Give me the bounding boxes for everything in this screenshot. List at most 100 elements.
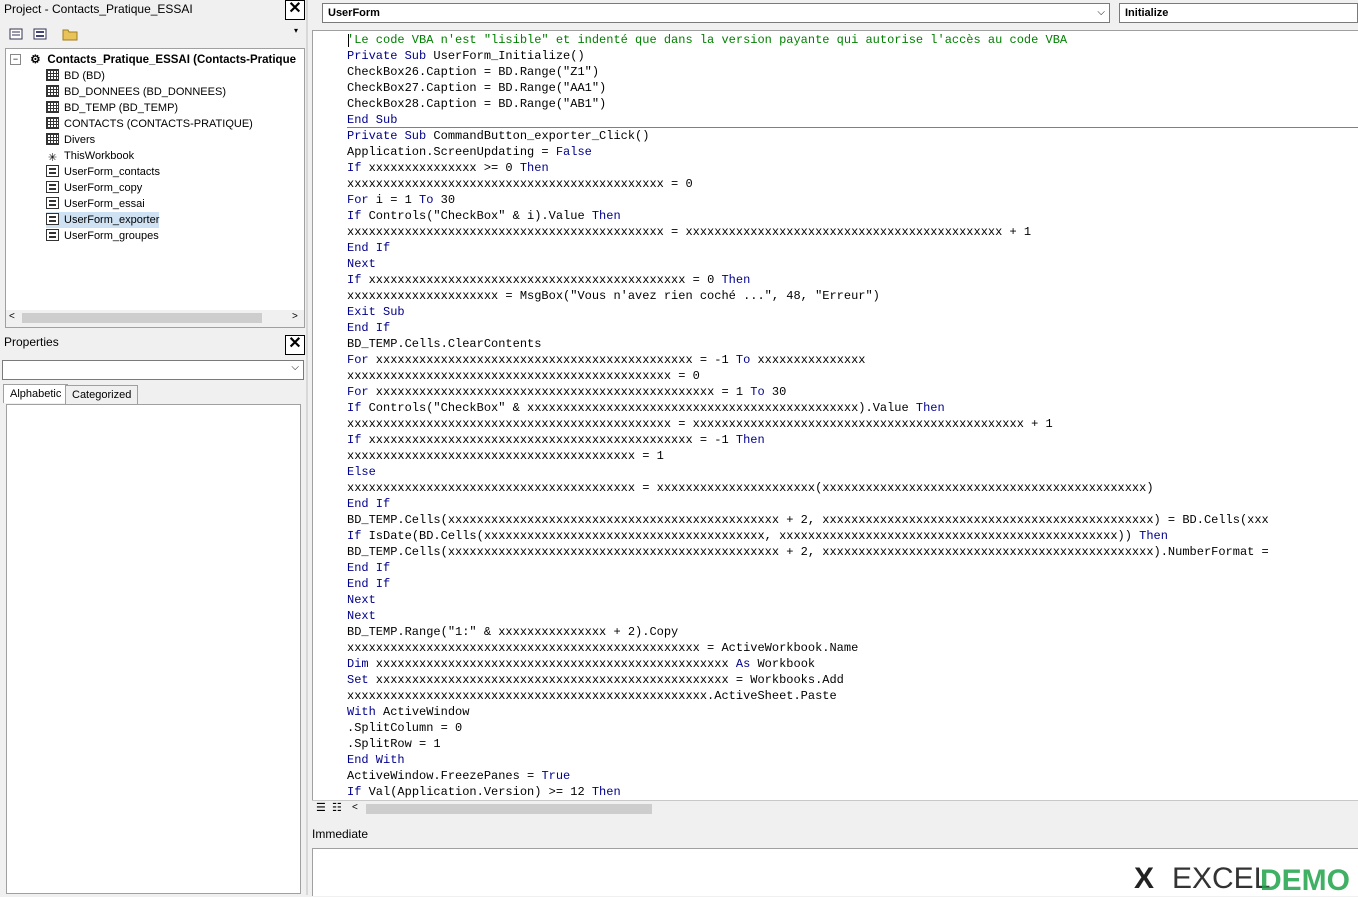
tab-categorized[interactable]: Categorized xyxy=(65,385,139,404)
tree-item[interactable]: Divers xyxy=(46,132,95,148)
code-line[interactable]: Else xyxy=(347,464,1269,480)
project-root-label: Contacts_Pratique_ESSAI (Contacts-Pratiq… xyxy=(47,54,296,66)
form-icon xyxy=(46,213,59,225)
code-hscroll-thumb[interactable] xyxy=(366,804,652,814)
code-line[interactable]: xxxxxxxxxxxxxxxxxxxxxxxxxxxxxxxxxxxxxxxx… xyxy=(347,480,1269,496)
properties-title: Properties xyxy=(0,333,288,353)
code-line[interactable]: If Val(Application.Version) >= 12 Then xyxy=(347,784,1269,800)
view-object-icon[interactable] xyxy=(32,26,48,42)
code-line[interactable]: xxxxxxxxxxxxxxxxxxxxxxxxxxxxxxxxxxxxxxxx… xyxy=(347,416,1269,432)
excel-logo: X EXCEL DEMO xyxy=(1134,858,1356,897)
code-line[interactable]: If xxxxxxxxxxxxxxx >= 0 Then xyxy=(347,160,1269,176)
code-editor[interactable]: 'Le code VBA n'est "lisible" et indenté … xyxy=(312,30,1358,801)
code-line[interactable]: If xxxxxxxxxxxxxxxxxxxxxxxxxxxxxxxxxxxxx… xyxy=(347,272,1269,288)
form-icon xyxy=(46,181,59,193)
full-module-view-icon[interactable]: ☷ xyxy=(332,801,342,814)
procedure-combo[interactable]: Initialize xyxy=(1119,3,1358,23)
code-line[interactable]: xxxxxxxxxxxxxxxxxxxxxxxxxxxxxxxxxxxxxxxx… xyxy=(347,224,1269,240)
code-line[interactable]: End With xyxy=(347,752,1269,768)
code-line[interactable]: End If xyxy=(347,320,1269,336)
code-line[interactable]: BD_TEMP.Cells(xxxxxxxxxxxxxxxxxxxxxxxxxx… xyxy=(347,512,1269,528)
code-line[interactable]: End If xyxy=(347,496,1269,512)
code-line[interactable]: For xxxxxxxxxxxxxxxxxxxxxxxxxxxxxxxxxxxx… xyxy=(347,384,1269,400)
tree-item-label: UserForm_groupes xyxy=(64,230,159,242)
tree-item[interactable]: UserForm_exporter xyxy=(46,212,160,228)
code-line[interactable]: End If xyxy=(347,576,1269,592)
scroll-left-icon[interactable]: < xyxy=(352,802,358,813)
code-line[interactable]: For xxxxxxxxxxxxxxxxxxxxxxxxxxxxxxxxxxxx… xyxy=(347,352,1269,368)
code-line[interactable]: If IsDate(BD.Cells(xxxxxxxxxxxxxxxxxxxxx… xyxy=(347,528,1269,544)
code-line[interactable]: If Controls("CheckBox" & i).Value Then xyxy=(347,208,1269,224)
code-line[interactable]: CheckBox28.Caption = BD.Range("AB1") xyxy=(347,96,1269,112)
code-line[interactable]: If xxxxxxxxxxxxxxxxxxxxxxxxxxxxxxxxxxxxx… xyxy=(347,432,1269,448)
properties-close-button[interactable]: ✕ xyxy=(285,335,305,355)
code-line[interactable]: BD_TEMP.Range("1:" & xxxxxxxxxxxxxxx + 2… xyxy=(347,624,1269,640)
view-code-icon[interactable] xyxy=(8,26,24,42)
project-root[interactable]: − ⚙ Contacts_Pratique_ESSAI (Contacts-Pr… xyxy=(10,52,296,68)
code-line[interactable]: BD_TEMP.Cells(xxxxxxxxxxxxxxxxxxxxxxxxxx… xyxy=(347,544,1269,560)
code-line[interactable]: Private Sub UserForm_Initialize() xyxy=(347,48,1269,64)
project-hscrollbar[interactable]: < > xyxy=(5,310,305,328)
code-text[interactable]: 'Le code VBA n'est "lisible" et indenté … xyxy=(347,32,1269,800)
code-line[interactable]: End If xyxy=(347,560,1269,576)
svg-text:X: X xyxy=(1134,862,1154,894)
procedure-view-icon[interactable]: ☰ xyxy=(316,801,326,814)
code-line[interactable]: Next xyxy=(347,256,1269,272)
code-line[interactable]: Next xyxy=(347,608,1269,624)
code-line[interactable]: For i = 1 To 30 xyxy=(347,192,1269,208)
tree-item[interactable]: BD (BD) xyxy=(46,68,105,84)
text-cursor xyxy=(348,34,349,47)
code-line[interactable]: Dim xxxxxxxxxxxxxxxxxxxxxxxxxxxxxxxxxxxx… xyxy=(347,656,1269,672)
tree-item[interactable]: UserForm_groupes xyxy=(46,228,159,244)
code-line[interactable]: .SplitRow = 1 xyxy=(347,736,1269,752)
tree-item[interactable]: UserForm_contacts xyxy=(46,164,160,180)
tab-alphabetic[interactable]: Alphabetic xyxy=(3,384,69,403)
tree-item[interactable]: UserForm_essai xyxy=(46,196,145,212)
code-line[interactable]: xxxxxxxxxxxxxxxxxxxxxxxxxxxxxxxxxxxxxxxx… xyxy=(347,176,1269,192)
tree-item-label: UserForm_essai xyxy=(64,198,145,210)
code-line[interactable]: If Controls("CheckBox" & xxxxxxxxxxxxxxx… xyxy=(347,400,1269,416)
immediate-header: Immediate xyxy=(312,826,1358,848)
code-line[interactable]: xxxxxxxxxxxxxxxxxxxxx = MsgBox("Vous n'a… xyxy=(347,288,1269,304)
form-icon xyxy=(46,229,59,241)
object-combo[interactable]: UserForm ⌵ xyxy=(322,3,1110,23)
code-line[interactable]: End Sub xyxy=(347,112,1269,128)
code-line[interactable]: 'Le code VBA n'est "lisible" et indenté … xyxy=(347,32,1269,48)
pane-splitter[interactable] xyxy=(306,0,308,895)
chevron-down-icon: ⌵ xyxy=(291,362,299,373)
code-line[interactable]: Application.ScreenUpdating = False xyxy=(347,144,1269,160)
code-line[interactable]: xxxxxxxxxxxxxxxxxxxxxxxxxxxxxxxxxxxxxxxx… xyxy=(347,688,1269,704)
svg-text:DEMO: DEMO xyxy=(1260,864,1350,894)
vba-project-icon: ⚙ xyxy=(30,54,41,66)
code-line[interactable]: Next xyxy=(347,592,1269,608)
sheet-icon xyxy=(46,133,59,145)
code-line[interactable]: CheckBox26.Caption = BD.Range("Z1") xyxy=(347,64,1269,80)
code-line[interactable]: ActiveWindow.FreezePanes = True xyxy=(347,768,1269,784)
tree-item[interactable]: BD_DONNEES (BD_DONNEES) xyxy=(46,84,226,100)
code-line[interactable]: xxxxxxxxxxxxxxxxxxxxxxxxxxxxxxxxxxxxxxxx… xyxy=(347,368,1269,384)
scroll-right-icon[interactable]: > xyxy=(292,311,298,322)
code-line[interactable]: Private Sub CommandButton_exporter_Click… xyxy=(347,128,1269,144)
tree-item-label: UserForm_exporter xyxy=(64,214,160,226)
scroll-thumb[interactable] xyxy=(22,313,262,323)
code-line[interactable]: xxxxxxxxxxxxxxxxxxxxxxxxxxxxxxxxxxxxxxxx… xyxy=(347,640,1269,656)
toolbar-overflow-icon[interactable]: ▾ xyxy=(294,26,304,46)
code-line[interactable]: Set xxxxxxxxxxxxxxxxxxxxxxxxxxxxxxxxxxxx… xyxy=(347,672,1269,688)
code-line[interactable]: xxxxxxxxxxxxxxxxxxxxxxxxxxxxxxxxxxxxxxxx… xyxy=(347,448,1269,464)
tree-item[interactable]: BD_TEMP (BD_TEMP) xyxy=(46,100,178,116)
tree-item[interactable]: CONTACTS (CONTACTS-PRATIQUE) xyxy=(46,116,253,132)
sheet-icon xyxy=(46,101,59,113)
tree-item[interactable]: ✳ ThisWorkbook xyxy=(46,148,134,164)
code-line[interactable]: Exit Sub xyxy=(347,304,1269,320)
code-line[interactable]: .SplitColumn = 0 xyxy=(347,720,1269,736)
code-line[interactable]: CheckBox27.Caption = BD.Range("AA1") xyxy=(347,80,1269,96)
tree-item[interactable]: UserForm_copy xyxy=(46,180,142,196)
project-close-button[interactable]: ✕ xyxy=(285,0,305,20)
collapse-icon[interactable]: − xyxy=(10,54,21,65)
toggle-folders-icon[interactable] xyxy=(62,26,78,42)
code-line[interactable]: With ActiveWindow xyxy=(347,704,1269,720)
scroll-left-icon[interactable]: < xyxy=(9,311,15,322)
code-line[interactable]: End If xyxy=(347,240,1269,256)
object-select[interactable]: ⌵ xyxy=(2,360,304,380)
code-line[interactable]: BD_TEMP.Cells.ClearContents xyxy=(347,336,1269,352)
